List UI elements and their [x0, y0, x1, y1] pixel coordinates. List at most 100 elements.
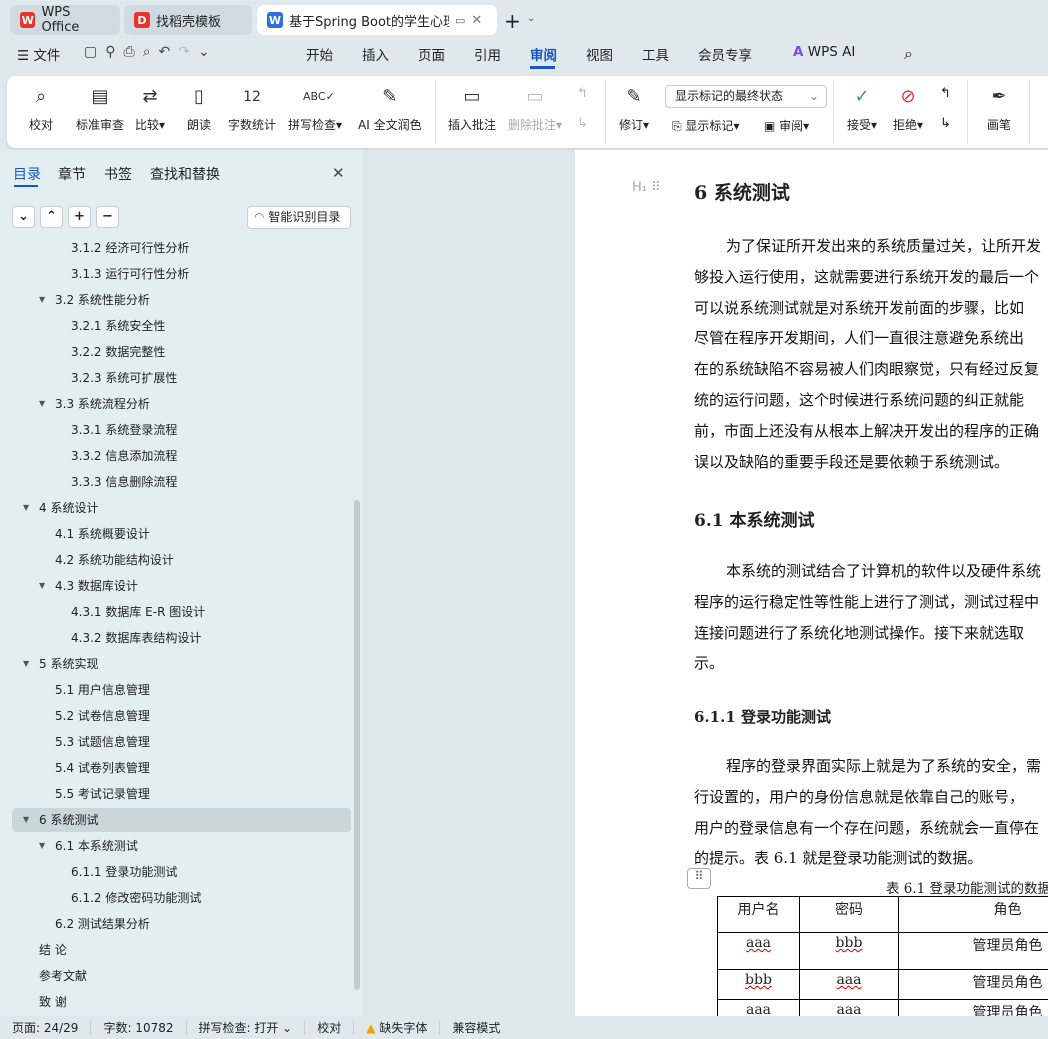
demote-level-button[interactable]: − — [96, 206, 119, 228]
sidebar-tab-sections[interactable]: 章节 — [58, 164, 86, 184]
next-comment-icon[interactable]: ↳ — [577, 116, 588, 131]
tab-document[interactable]: W 基于Spring Boot的学生心理 ▭ ✕ — [257, 5, 497, 35]
expand-arrow-icon[interactable]: ▼ — [23, 652, 29, 676]
sidebar-tab-toc[interactable]: 目录 — [13, 164, 41, 184]
search-icon[interactable]: ⌕ — [904, 44, 913, 64]
menu-view[interactable]: 视图 — [586, 44, 613, 64]
page-indicator[interactable]: 页面: 24/29 — [0, 1020, 92, 1035]
sidebar-tab-bookmarks[interactable]: 书签 — [104, 164, 132, 184]
heading-level-icon[interactable]: H₁ ⠿ — [632, 180, 661, 195]
missing-font-status[interactable]: ▲ 缺失字体 — [354, 1020, 441, 1035]
quick-access-icons[interactable]: ▢⚲⎙⌕↶↷⌄ — [84, 44, 218, 60]
toc-item[interactable]: 6.1.1 登录功能测试 — [71, 860, 177, 884]
menu-page[interactable]: 页面 — [418, 44, 445, 64]
toc-item[interactable]: 3.1.3 运行可行性分析 — [71, 262, 189, 286]
expand-arrow-icon[interactable]: ▼ — [39, 574, 45, 598]
spell-check-status[interactable]: 拼写检查: 打开 ⌄ — [187, 1020, 306, 1035]
tab-wps-office[interactable]: W WPS Office — [10, 5, 120, 35]
smart-toc-button[interactable]: ◠ 智能识别目录 — [247, 206, 351, 229]
previous-change-icon[interactable]: ↰ — [940, 86, 951, 101]
toc-item[interactable]: ▼ 3.2 系统性能分析 — [39, 288, 150, 312]
spell-check-button[interactable]: ABC✓ 拼写检查▾ — [288, 84, 342, 133]
standard-review-button[interactable]: ▤ 标准审查 — [76, 84, 124, 133]
toc-item[interactable]: 6.1.2 修改密码功能测试 — [71, 886, 201, 910]
toc-item[interactable]: 5.4 试卷列表管理 — [55, 756, 150, 780]
expand-arrow-icon[interactable]: ▼ — [23, 496, 29, 520]
delete-comment-button[interactable]: ▭ 删除批注▾ — [508, 84, 562, 133]
toc-item[interactable]: 3.1.2 经济可行性分析 — [71, 238, 189, 260]
expand-arrow-icon[interactable]: ▼ — [39, 288, 45, 312]
toc-item[interactable]: 参考文献 — [39, 964, 87, 988]
promote-level-button[interactable]: + — [68, 206, 91, 228]
ai-polish-button[interactable]: ✎ AI 全文润色 — [358, 84, 422, 133]
word-count[interactable]: 字数: 10782 — [91, 1020, 187, 1035]
sidebar-scrollbar[interactable] — [354, 500, 360, 990]
show-markup-button[interactable]: ⎘ 显示标记▾ — [672, 117, 739, 134]
toc-item[interactable]: 3.3.2 信息添加流程 — [71, 444, 177, 468]
toc-item[interactable]: 4.1 系统概要设计 — [55, 522, 150, 546]
expand-up-button[interactable]: ⌃ — [40, 206, 63, 228]
read-aloud-button[interactable]: ▯ 朗读 — [187, 84, 211, 133]
toc-item[interactable]: 4.3.1 数据库 E-R 图设计 — [71, 600, 205, 624]
toc-item[interactable]: 5.1 用户信息管理 — [55, 678, 150, 702]
toc-item[interactable]: ▼ 6.1 本系统测试 — [39, 834, 138, 858]
sidebar-tab-find-replace[interactable]: 查找和替换 — [150, 164, 220, 184]
table-handle-icon[interactable]: ⠿ — [687, 868, 711, 889]
share-icon[interactable]: ⚲ — [105, 44, 123, 60]
toc-item[interactable]: ▼ 6 系统测试 — [23, 808, 98, 832]
close-pane-icon[interactable]: ✕ — [332, 164, 345, 182]
menu-review[interactable]: 审阅 — [530, 44, 557, 64]
print-preview-icon[interactable]: ⌕ — [143, 44, 159, 60]
toc-item[interactable]: 3.3.1 系统登录流程 — [71, 418, 177, 442]
menu-member[interactable]: 会员专享 — [698, 44, 752, 64]
toc-item[interactable]: 4.2 系统功能结构设计 — [55, 548, 174, 572]
track-changes-button[interactable]: ✎ 修订▾ — [619, 84, 649, 133]
collapse-all-button[interactable]: ⌄ — [12, 206, 35, 228]
menu-wps-ai[interactable]: A WPS AI — [793, 44, 855, 60]
pen-button[interactable]: ✒ 画笔 — [987, 84, 1011, 133]
toc-item[interactable]: ▼ 4.3 数据库设计 — [39, 574, 138, 598]
accept-button[interactable]: ✓ 接受▾ — [847, 84, 877, 133]
tab-list-chevron-icon[interactable]: ⌄ — [527, 13, 535, 24]
markup-display-select[interactable]: 显示标记的最终状态 ⌄ — [665, 85, 827, 108]
toc-item[interactable]: ▼ 3.3 系统流程分析 — [39, 392, 150, 416]
proofread-status[interactable]: 校对 — [305, 1020, 355, 1035]
menu-insert[interactable]: 插入 — [362, 44, 389, 64]
toc-item[interactable]: ▼ 5 系统实现 — [23, 652, 98, 676]
expand-arrow-icon[interactable]: ▼ — [23, 808, 29, 832]
more-chevron-icon[interactable]: ⌄ — [198, 44, 218, 60]
menu-references[interactable]: 引用 — [474, 44, 501, 64]
close-tab-icon[interactable]: ✕ — [471, 13, 482, 28]
monitor-icon[interactable]: ▭ — [455, 14, 465, 27]
word-count-button[interactable]: 12 字数统计 — [228, 84, 276, 133]
toc-item[interactable]: 3.2.3 系统可扩展性 — [71, 366, 177, 390]
toc-item[interactable]: ▼ 4 系统设计 — [23, 496, 98, 520]
toc-item[interactable]: 5.2 试卷信息管理 — [55, 704, 150, 728]
toc-item[interactable]: 3.2.1 系统安全性 — [71, 314, 165, 338]
review-pane-button[interactable]: ▣ 审阅▾ — [764, 117, 809, 134]
toc-item[interactable]: 致 谢 — [39, 990, 67, 1014]
toc-item[interactable]: 3.2.2 数据完整性 — [71, 340, 165, 364]
toc-item[interactable]: 结 论 — [39, 938, 67, 962]
expand-arrow-icon[interactable]: ▼ — [39, 392, 45, 416]
toc-item[interactable]: 4.3.2 数据库表结构设计 — [71, 626, 201, 650]
proofread-button[interactable]: ⌕ 校对 — [29, 84, 53, 133]
compare-button[interactable]: ⇄ 比较▾ — [135, 84, 165, 133]
tab-docer-templates[interactable]: D 找稻壳模板 — [124, 5, 252, 35]
reject-button[interactable]: ⊘ 拒绝▾ — [893, 84, 923, 133]
save-icon[interactable]: ▢ — [84, 44, 105, 60]
menu-tools[interactable]: 工具 — [642, 44, 669, 64]
toc-item[interactable]: 5.3 试题信息管理 — [55, 730, 150, 754]
toc-item[interactable]: 3.3.3 信息删除流程 — [71, 470, 177, 494]
menu-start[interactable]: 开始 — [306, 44, 333, 64]
new-tab-icon[interactable]: + — [504, 9, 521, 33]
redo-icon[interactable]: ↷ — [178, 44, 198, 60]
file-menu[interactable]: ☰ 文件 — [17, 44, 60, 64]
print-icon[interactable]: ⎙ — [124, 44, 143, 60]
previous-comment-icon[interactable]: ↰ — [577, 86, 588, 101]
toc-item[interactable]: 5.5 考试记录管理 — [55, 782, 150, 806]
insert-comment-button[interactable]: ▭ 插入批注 — [448, 84, 496, 133]
toc-item[interactable]: 6.2 测试结果分析 — [55, 912, 150, 936]
undo-icon[interactable]: ↶ — [159, 44, 179, 60]
next-change-icon[interactable]: ↳ — [940, 116, 951, 131]
